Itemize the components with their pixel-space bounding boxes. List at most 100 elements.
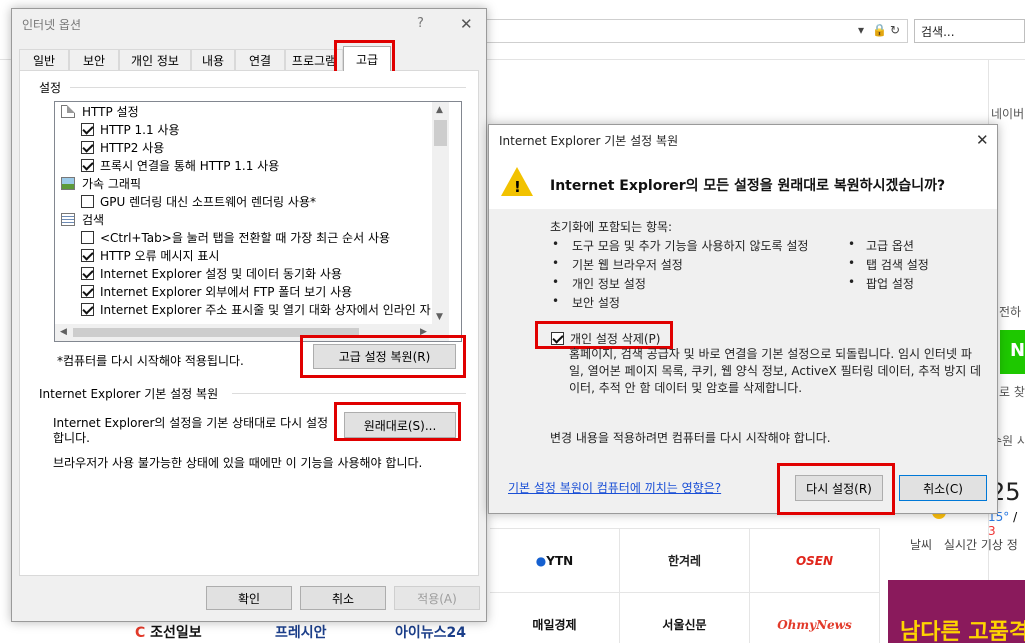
scroll-down-icon[interactable]: ▼ — [436, 312, 443, 322]
reset-item: 팝업 설정 — [866, 277, 914, 291]
news-logo-seoul[interactable]: 서울신문 — [620, 593, 750, 643]
tree-option[interactable]: HTTP 1.1 사용 — [81, 121, 180, 139]
scroll-up-icon[interactable]: ▲ — [436, 105, 443, 115]
reset-item: 도구 모음 및 추가 기능을 사용하지 않도록 설정 — [572, 239, 809, 253]
checkbox-icon[interactable] — [81, 141, 94, 154]
reset-ie-dialog: Internet Explorer 기본 설정 복원 ✕ ! Internet … — [488, 124, 998, 515]
restart-note: 변경 내용을 적용하려면 컴퓨터를 다시 시작해야 합니다. — [550, 431, 831, 445]
checkbox-icon[interactable] — [81, 303, 94, 316]
tab-privacy[interactable]: 개인 정보 — [119, 49, 191, 70]
close-icon[interactable]: ✕ — [460, 15, 473, 33]
apply-button: 적용(A) — [394, 586, 480, 610]
delete-personal-description: 홈페이지, 검색 공급자 및 바로 연결을 기본 설정으로 되돌립니다. 임시 … — [569, 347, 982, 395]
list-icon — [61, 213, 75, 226]
highlight-reset-button — [334, 402, 461, 441]
dialog-title: 인터넷 옵션 — [22, 18, 82, 32]
checkbox-icon[interactable] — [81, 195, 94, 208]
doc-icon — [61, 105, 75, 118]
tree-group: HTTP 설정 — [61, 103, 139, 121]
naver-green-button[interactable]: N — [1000, 330, 1025, 374]
tab-general[interactable]: 일반 — [19, 49, 69, 70]
lock-icon: 🔒 — [872, 23, 887, 37]
reset-item: 기본 웹 브라우저 설정 — [572, 258, 683, 272]
checkbox-icon[interactable] — [81, 231, 94, 244]
tree-option[interactable]: Internet Explorer 주소 표시줄 및 열기 대화 상자에서 인라… — [81, 301, 431, 319]
help-icon[interactable]: ? — [417, 16, 424, 31]
vertical-scroll-thumb[interactable] — [434, 120, 447, 146]
news-logo-ohmynews[interactable]: OhmyNews — [750, 593, 880, 643]
tree-option[interactable]: 프록시 연결을 통해 HTTP 1.1 사용 — [81, 157, 279, 175]
refresh-icon[interactable]: ↻ — [890, 23, 900, 37]
right-text-3: 로 찾 — [999, 385, 1025, 399]
reset-item: 개인 정보 설정 — [572, 277, 646, 291]
settings-tree[interactable]: HTTP 설정 HTTP 1.1 사용 HTTP2 사용프록시 연결을 통해 HTT… — [54, 101, 462, 342]
broken-state-note: 브라우저가 사용 불가능한 상태에 있을 때에만 이 기능을 사용해야 합니다. — [53, 456, 423, 470]
highlight-delete-personal — [535, 321, 673, 349]
tree-option[interactable]: HTTP 오류 메시지 표시 — [81, 247, 219, 265]
reset-group-label: Internet Explorer 기본 설정 복원 — [39, 387, 219, 401]
tree-option[interactable]: <Ctrl+Tab>을 눌러 탭을 전환할 때 가장 최근 순서 사용 — [81, 229, 390, 247]
bullet: • — [552, 275, 560, 289]
tree-label: 가속 그래픽 — [82, 177, 142, 191]
tree-option[interactable]: HTTP2 사용 — [81, 139, 164, 157]
checkbox-icon[interactable] — [81, 123, 94, 136]
ok-button[interactable]: 확인 — [206, 586, 292, 610]
tree-option[interactable]: GPU 렌더링 대신 소프트웨어 렌더링 사용* — [81, 193, 316, 211]
ad-banner-text: 남다른 고품격 — [900, 620, 1025, 643]
search-input[interactable]: 검색... — [914, 19, 1025, 43]
group-divider — [70, 87, 466, 88]
news-logo-ytn-text: YTN — [546, 553, 574, 568]
tab-strip: 일반 보안 개인 정보 내용 연결 프로그램 고급 — [19, 46, 479, 71]
news-logo-osen[interactable]: OSEN — [750, 529, 880, 593]
tree-label: Internet Explorer 주소 표시줄 및 열기 대화 상자에서 인라… — [100, 303, 431, 317]
dropdown-icon[interactable]: ▾ — [858, 23, 864, 37]
checkbox-icon[interactable] — [81, 285, 94, 298]
tree-label: 프록시 연결을 통해 HTTP 1.1 사용 — [100, 159, 280, 173]
right-text-2: 전하 — [999, 305, 1022, 319]
tab-content[interactable]: 내용 — [191, 49, 235, 70]
dialog-title: Internet Explorer 기본 설정 복원 — [499, 134, 679, 148]
tab-security[interactable]: 보안 — [69, 49, 119, 70]
internet-options-dialog: 인터넷 옵션 ? ✕ 일반 보안 개인 정보 내용 연결 프로그램 고급 설정 … — [11, 8, 487, 622]
temperature-range: 15° / 3 — [988, 510, 1018, 538]
news-logo-chosun[interactable]: C 조선일보 — [135, 622, 202, 642]
news-logo-hani[interactable]: 한겨레 — [620, 529, 750, 593]
tree-option[interactable]: Internet Explorer 외부에서 FTP 폴더 보기 사용 — [81, 283, 352, 301]
checkbox-icon[interactable] — [81, 159, 94, 172]
news-logo-mk[interactable]: 매일경제 — [490, 593, 620, 643]
bullet: • — [552, 256, 560, 270]
tree-option[interactable]: Internet Explorer 설정 및 데이터 동기화 사용 — [81, 265, 342, 283]
tab-connections[interactable]: 연결 — [235, 49, 285, 70]
cancel-button[interactable]: 취소(C) — [899, 475, 987, 501]
settings-group-label: 설정 — [39, 81, 62, 95]
reset-description-2: 합니다. — [53, 431, 90, 445]
includes-label: 초기화에 포함되는 항목: — [550, 220, 673, 234]
news-logo-ytn[interactable]: ● YTN — [490, 529, 620, 593]
address-bar[interactable]: ▾ 🔒 ↻ — [480, 19, 908, 43]
checkbox-icon[interactable] — [81, 267, 94, 280]
bullet: • — [848, 256, 856, 270]
green-letter: N — [1010, 340, 1025, 361]
checkbox-icon[interactable] — [81, 249, 94, 262]
tree-group: 검색 — [61, 211, 104, 229]
tree-label: 검색 — [82, 213, 105, 227]
reset-question: Internet Explorer의 모든 설정을 원래대로 복원하시겠습니까? — [550, 178, 946, 194]
news-logo-inews24[interactable]: 아이뉴스24 — [395, 622, 466, 642]
weather-link[interactable]: 날씨 — [910, 538, 932, 552]
reset-description: Internet Explorer의 설정을 기본 상태대로 다시 설정 — [53, 416, 329, 430]
weather-realtime[interactable]: 실시간 기상 정 — [944, 538, 1018, 552]
cancel-button[interactable]: 취소 — [300, 586, 386, 610]
close-icon[interactable]: ✕ — [976, 131, 989, 149]
help-link[interactable]: 기본 설정 복원이 컴퓨터에 끼치는 영향은? — [508, 479, 721, 496]
news-logo-pressian[interactable]: 프레시안 — [275, 622, 327, 642]
tree-label: Internet Explorer 외부에서 FTP 폴더 보기 사용 — [100, 285, 353, 299]
scroll-left-icon[interactable]: ◀ — [60, 327, 67, 337]
advanced-panel: 설정 HTTP 설정 HTTP 1.1 사용 HTTP2 사용프록시 연결을 통해 … — [19, 71, 479, 576]
pic-icon — [61, 177, 75, 190]
tree-label: HTTP 오류 메시지 표시 — [100, 249, 220, 263]
tree-label: HTTP 1.1 사용 — [100, 123, 180, 137]
news-logo-chosun-text: 조선일보 — [150, 625, 202, 641]
highlight-restore-advanced — [300, 335, 466, 378]
naver-text[interactable]: 네이버 — [991, 105, 1024, 122]
bullet: • — [552, 237, 560, 251]
